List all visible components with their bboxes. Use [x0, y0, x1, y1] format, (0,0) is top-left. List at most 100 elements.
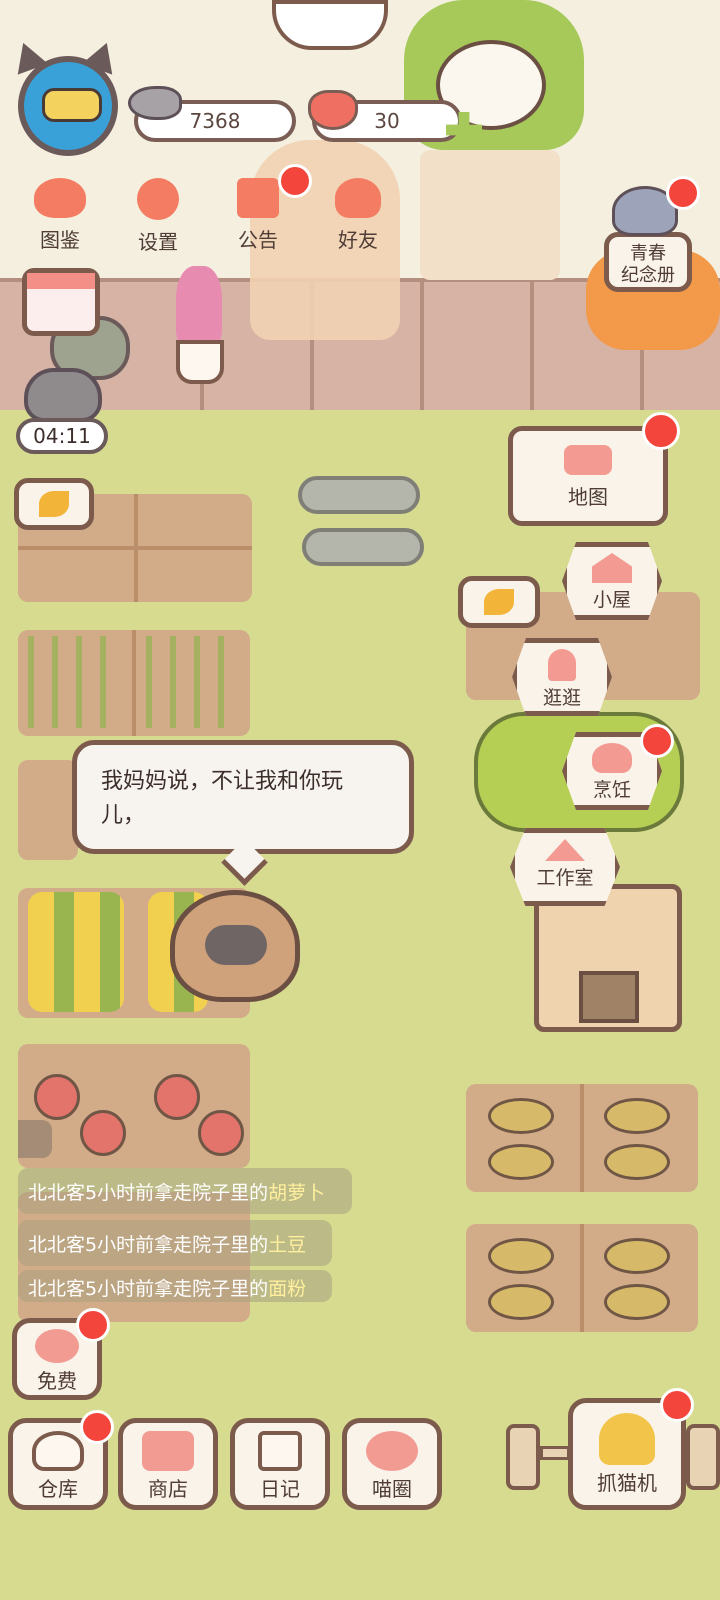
shop-icon [142, 1431, 194, 1471]
feed-message: 北北客5小时前拿走院子里的 面粉 [18, 1270, 332, 1302]
menu-settings-label: 设置 [138, 230, 178, 254]
speech-text: 我妈妈说，不让我和你玩儿， [101, 769, 344, 828]
nav-warehouse-label: 仓库 [38, 1477, 78, 1501]
pug-face [205, 925, 267, 965]
diary-icon [258, 1431, 302, 1471]
plot-divider [132, 630, 136, 736]
album-button[interactable]: 青春 纪念册 [604, 232, 692, 292]
feed-prefix: 北北客5小时前拿走院子里的 [28, 1278, 269, 1300]
album-label-line2: 纪念册 [621, 265, 675, 286]
potato-icon [488, 1284, 554, 1320]
nav-shop-label: 商店 [148, 1477, 188, 1501]
character-body [420, 150, 560, 280]
goggles-cat-icon [42, 88, 102, 122]
nav-diary-label: 日记 [260, 1477, 300, 1501]
farm-plot-potato-1[interactable] [466, 1084, 698, 1192]
thought-bubble [272, 0, 388, 50]
stroll-label: 逛逛 [542, 687, 581, 709]
corn-icon [28, 892, 124, 1012]
event-timer-text: 04:11 [33, 424, 91, 448]
pug-dog[interactable] [170, 890, 300, 1002]
wheat-sign-right[interactable] [458, 576, 540, 628]
tomato-icon [198, 1110, 244, 1156]
nav-shop[interactable]: 商店 [118, 1418, 218, 1510]
fish-icon [128, 86, 182, 120]
feed-prefix: 北北客5小时前拿走院子里的 [28, 1233, 269, 1256]
plot-divider [580, 1084, 584, 1192]
tomato-icon [80, 1110, 126, 1156]
box-door [579, 971, 639, 1023]
map-fence-icon [564, 445, 612, 475]
album-label-line1: 青春 [630, 243, 666, 264]
menu-encyclopedia[interactable]: 图鉴 [20, 178, 100, 253]
door-icon [548, 649, 576, 681]
tomato-icon [34, 1074, 80, 1120]
album-badge [666, 176, 700, 210]
heart-count: 30 [374, 109, 400, 133]
warehouse-badge [80, 1410, 114, 1444]
mouse-event-icon[interactable] [24, 368, 102, 422]
house-icon [592, 553, 632, 583]
planet-cat-icon [366, 1431, 418, 1471]
sprout-icon [28, 636, 124, 728]
calendar-header [27, 273, 95, 289]
calendar-pencil-icon[interactable] [22, 268, 100, 336]
stepping-stone [298, 476, 420, 514]
speech-bubble[interactable]: 我妈妈说，不让我和你玩儿， [72, 740, 414, 854]
claw-machine-label: 抓猫机 [597, 1471, 657, 1495]
potato-icon [488, 1098, 554, 1134]
claw-icon [599, 1413, 655, 1465]
fish-count: 7368 [189, 109, 241, 133]
feed-message: 北北客5小时前拿走院子里的 胡萝卜 [18, 1168, 352, 1214]
feed-item: 土豆 [268, 1233, 307, 1256]
tomato-icon [154, 1074, 200, 1120]
potato-icon [488, 1238, 554, 1274]
menu-friends[interactable]: 好友 [318, 178, 398, 253]
farm-plot-potato-2[interactable] [466, 1224, 698, 1332]
wheat-sign-left[interactable] [14, 478, 94, 530]
feed-message: 北北客5小时前拿走院子里的 土豆 [18, 1220, 332, 1266]
menu-encyclopedia-label: 图鉴 [40, 228, 80, 252]
fence-rail [540, 1446, 570, 1460]
house-button[interactable]: 小屋 [562, 542, 662, 620]
plot-divider [18, 546, 252, 550]
workshop-button[interactable]: 工作室 [510, 828, 620, 906]
fence-post [506, 1424, 540, 1490]
heart-face-icon [308, 90, 358, 130]
event-timer: 04:11 [16, 418, 108, 454]
map-badge [642, 412, 680, 450]
farm-plot-potato-small[interactable] [18, 760, 78, 860]
flower-pot [176, 340, 224, 384]
workshop-label: 工作室 [536, 867, 594, 889]
fence-post [686, 1424, 720, 1490]
warehouse-icon [32, 1431, 84, 1471]
stroll-button[interactable]: 逛逛 [512, 638, 612, 716]
plot-divider [580, 1224, 584, 1332]
hanger-icon [545, 839, 585, 861]
wheat-icon [39, 491, 69, 517]
potato-icon [604, 1098, 670, 1134]
collapse-arrow-icon[interactable] [18, 1120, 52, 1158]
free-badge [76, 1308, 110, 1342]
menu-settings[interactable]: 设置 [118, 178, 198, 255]
gift-icon [237, 178, 279, 218]
nav-meow-circle[interactable]: 喵圈 [342, 1418, 442, 1510]
potato-icon [488, 1144, 554, 1180]
sprout-icon [146, 636, 242, 728]
map-label: 地图 [568, 485, 608, 509]
wheat-icon [484, 589, 514, 615]
cardboard-box-house[interactable] [534, 884, 682, 1032]
nav-diary[interactable]: 日记 [230, 1418, 330, 1510]
farm-plot-sprouts[interactable] [18, 630, 250, 736]
farm-plot-tomato[interactable] [18, 1044, 250, 1168]
menu-friends-label: 好友 [338, 228, 378, 252]
gear-icon [137, 178, 179, 220]
claw-badge [660, 1388, 694, 1422]
feed-item: 面粉 [268, 1278, 307, 1300]
potato-icon [604, 1238, 670, 1274]
fence-plank [420, 282, 424, 412]
friends-icon [335, 178, 381, 218]
cook-label: 烹饪 [592, 779, 631, 801]
house-label: 小屋 [592, 589, 631, 611]
stepping-stone [302, 528, 424, 566]
